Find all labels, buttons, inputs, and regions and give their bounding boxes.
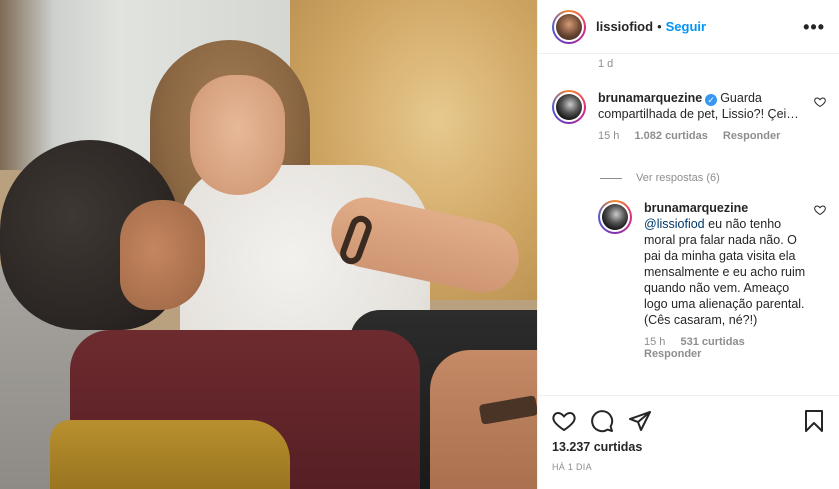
- view-replies-label: Ver respostas (6): [636, 172, 720, 184]
- reply-avatar[interactable]: [598, 200, 632, 234]
- follow-button[interactable]: Seguir: [666, 19, 706, 34]
- comment-icon[interactable]: [590, 409, 614, 433]
- verified-icon: ✓: [705, 94, 718, 106]
- reply-username[interactable]: brunamarquezine: [644, 201, 748, 215]
- post-photo[interactable]: [0, 0, 537, 489]
- photo-pillow: [50, 420, 290, 489]
- reply-likes[interactable]: 531 curtidas: [680, 336, 744, 348]
- comment-like-heart-icon[interactable]: [814, 96, 826, 111]
- comment-reply-button[interactable]: Responder: [723, 130, 780, 142]
- comment-item: brunamarquezine ✓ Guarda compartilhada de …: [552, 90, 812, 142]
- post-actions: 13.237 curtidas HÁ 1 DIA: [538, 395, 839, 489]
- instagram-post: lissiofiod • Seguir ••• 1 d brunamarquez…: [0, 0, 839, 489]
- photo-woman-face: [190, 75, 285, 195]
- post-likes-count[interactable]: 13.237 curtidas: [538, 438, 839, 456]
- post-time: 1 d: [598, 58, 614, 70]
- replies-divider: [600, 177, 622, 179]
- more-icon[interactable]: •••: [803, 18, 825, 36]
- comments-list: 1 d brunamarquezine ✓ Guarda compartilhada…: [538, 54, 839, 394]
- comment-text-block: brunamarquezine ✓ Guarda compartilhada de …: [598, 90, 812, 122]
- comment-time[interactable]: 15 h: [598, 130, 619, 142]
- share-icon[interactable]: [628, 409, 652, 433]
- author-username[interactable]: lissiofiod: [596, 19, 653, 34]
- view-replies-button[interactable]: Ver respostas (6): [600, 172, 720, 184]
- reply-like-heart-icon[interactable]: [814, 204, 826, 219]
- reply-time[interactable]: 15 h: [644, 336, 665, 348]
- reply-text: eu não tenho moral pra falar nada não. O…: [644, 217, 806, 327]
- post-timestamp: HÁ 1 DIA: [552, 462, 592, 472]
- action-icons: [538, 396, 839, 438]
- header-separator: •: [657, 19, 662, 34]
- reply-reply-button[interactable]: Responder: [644, 348, 701, 360]
- post-side-panel: lissiofiod • Seguir ••• 1 d brunamarquez…: [537, 0, 839, 489]
- commenter-avatar[interactable]: [552, 90, 586, 124]
- reply-item: brunamarquezine @lissiofiod eu não tenho…: [598, 200, 808, 360]
- comment-meta: 15 h 1.082 curtidas Responder: [598, 130, 812, 142]
- heart-icon[interactable]: [552, 409, 576, 433]
- comment-username[interactable]: brunamarquezine: [598, 91, 702, 105]
- author-avatar[interactable]: [552, 9, 586, 44]
- bookmark-icon[interactable]: [802, 409, 826, 433]
- reply-meta: 15 h 531 curtidas Responder: [644, 336, 806, 360]
- reply-mention[interactable]: @lissiofiod: [644, 217, 705, 231]
- comment-likes[interactable]: 1.082 curtidas: [634, 130, 707, 142]
- reply-text-block: brunamarquezine @lissiofiod eu não tenho…: [644, 200, 806, 328]
- photo-man-face: [120, 200, 205, 310]
- post-header: lissiofiod • Seguir •••: [538, 0, 839, 54]
